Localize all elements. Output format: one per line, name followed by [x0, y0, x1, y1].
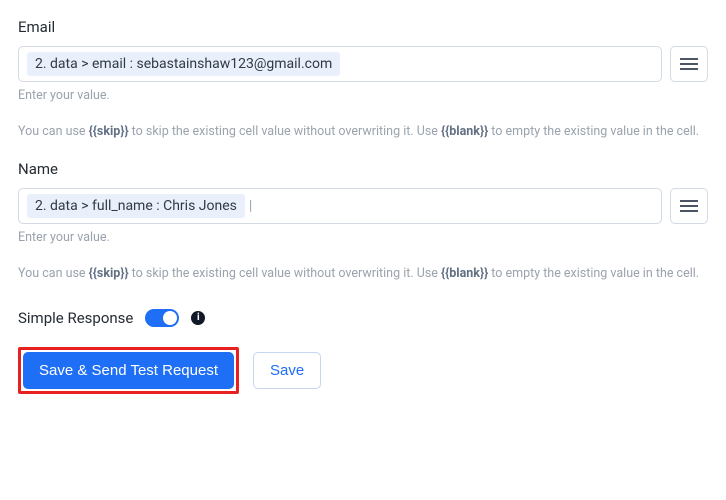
simple-response-toggle[interactable]	[145, 309, 179, 327]
email-input-row: 2. data > email : sebastainshaw123@gmail…	[18, 46, 708, 82]
save-send-test-button[interactable]: Save & Send Test Request	[23, 352, 234, 389]
email-chip[interactable]: 2. data > email : sebastainshaw123@gmail…	[27, 52, 340, 76]
note-part3-b: to empty the existing value in the cell.	[488, 266, 699, 281]
highlight-box: Save & Send Test Request	[18, 347, 239, 394]
name-input[interactable]: 2. data > full_name : Chris Jones|	[18, 188, 662, 224]
email-label: Email	[18, 18, 708, 36]
email-input[interactable]: 2. data > email : sebastainshaw123@gmail…	[18, 46, 662, 82]
note-part2: to skip the existing cell value without …	[129, 124, 441, 139]
skip-blank-note: You can use {{skip}} to skip the existin…	[18, 121, 708, 142]
email-helper: Enter your value.	[18, 88, 708, 103]
hamburger-icon	[680, 199, 698, 213]
skip-token: {{skip}}	[89, 124, 129, 139]
button-row: Save & Send Test Request Save	[18, 347, 708, 394]
info-icon[interactable]: i	[191, 311, 205, 325]
skip-token-b: {{skip}}	[89, 266, 129, 281]
email-options-button[interactable]	[670, 46, 708, 82]
hamburger-icon	[680, 57, 698, 71]
blank-token: {{blank}}	[441, 124, 488, 139]
note-part1-b: You can use	[18, 266, 89, 281]
name-input-row: 2. data > full_name : Chris Jones|	[18, 188, 708, 224]
field-name: Name 2. data > full_name : Chris Jones| …	[18, 160, 708, 245]
skip-blank-note-2: You can use {{skip}} to skip the existin…	[18, 263, 708, 284]
name-chip[interactable]: 2. data > full_name : Chris Jones	[27, 194, 245, 218]
name-label: Name	[18, 160, 708, 178]
blank-token-b: {{blank}}	[441, 266, 488, 281]
text-caret: |	[249, 198, 252, 214]
note-part1: You can use	[18, 124, 89, 139]
note-part3: to empty the existing value in the cell.	[488, 124, 699, 139]
simple-response-label: Simple Response	[18, 309, 133, 327]
simple-response-row: Simple Response i	[18, 309, 708, 327]
name-helper: Enter your value.	[18, 230, 708, 245]
field-email: Email 2. data > email : sebastainshaw123…	[18, 18, 708, 103]
name-options-button[interactable]	[670, 188, 708, 224]
toggle-knob	[163, 311, 177, 325]
note-part2-b: to skip the existing cell value without …	[129, 266, 441, 281]
save-button[interactable]: Save	[253, 352, 321, 389]
